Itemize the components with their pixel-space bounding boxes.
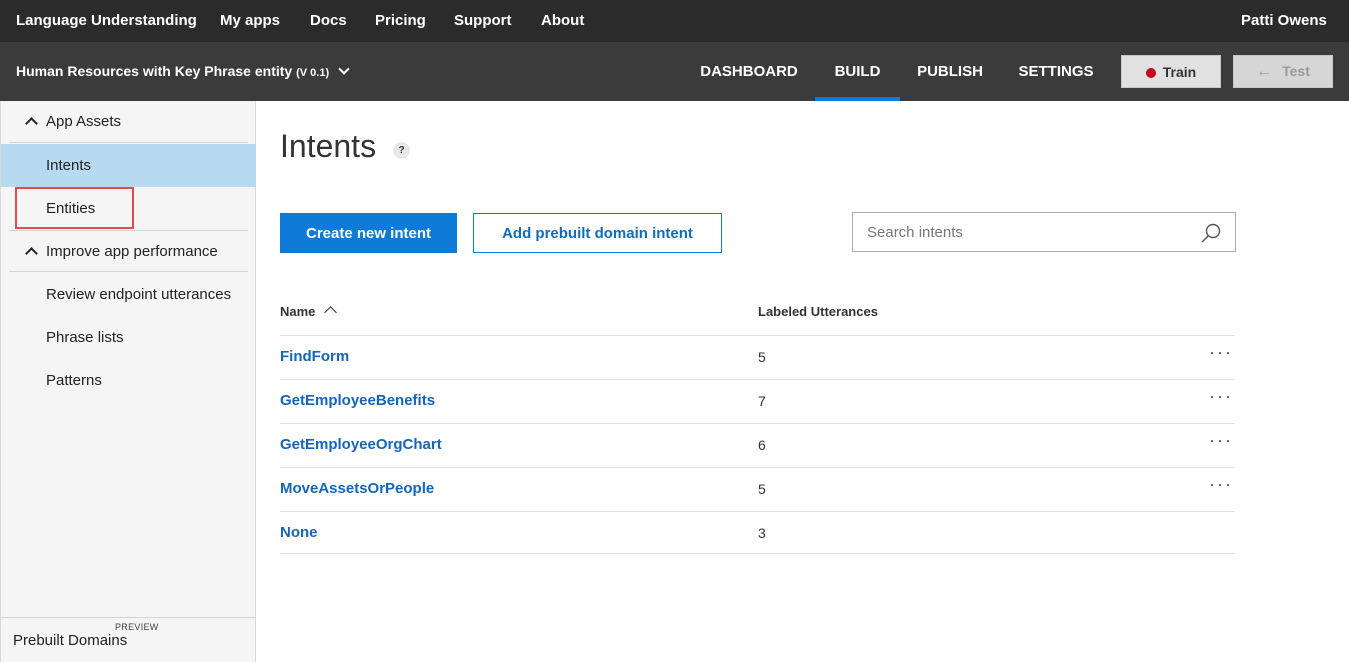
search-icon[interactable] xyxy=(1199,221,1223,245)
table-row: GetEmployeeBenefits 7 ··· xyxy=(280,379,1235,423)
sidebar-item-entities[interactable]: Entities xyxy=(1,187,256,230)
intent-link[interactable]: GetEmployeeOrgChart xyxy=(280,436,442,453)
more-options-icon[interactable]: ··· xyxy=(1209,386,1233,407)
train-status-dot-icon xyxy=(1145,67,1156,78)
utterance-count: 7 xyxy=(758,393,766,409)
app-selector[interactable]: Human Resources with Key Phrase entity (… xyxy=(16,42,350,101)
app-version: (V 0.1) xyxy=(296,67,330,79)
utterance-count: 5 xyxy=(758,481,766,497)
test-button[interactable]: ← Test xyxy=(1233,55,1333,88)
table-row: FindForm 5 ··· xyxy=(280,335,1235,379)
nav-pricing[interactable]: Pricing xyxy=(375,0,426,42)
more-options-icon[interactable]: ··· xyxy=(1209,474,1233,495)
intent-link[interactable]: GetEmployeeBenefits xyxy=(280,392,435,409)
sidebar-item-phrase-lists[interactable]: Phrase lists xyxy=(1,316,256,359)
section-label: Improve app performance xyxy=(46,243,218,260)
nav-about[interactable]: About xyxy=(541,0,584,42)
chevron-up-icon xyxy=(25,117,38,130)
column-header-labeled-utterances: Labeled Utterances xyxy=(758,304,878,319)
intent-link[interactable]: FindForm xyxy=(280,348,349,365)
help-icon[interactable]: ? xyxy=(393,142,410,159)
user-name[interactable]: Patti Owens xyxy=(1241,0,1327,42)
sidebar: App Assets Intents Entities Improve app … xyxy=(0,101,256,662)
app-bar: Human Resources with Key Phrase entity (… xyxy=(0,42,1349,101)
arrow-left-icon: ← xyxy=(1256,62,1273,80)
search-input[interactable] xyxy=(867,213,1187,251)
table-row: GetEmployeeOrgChart 6 ··· xyxy=(280,423,1235,467)
tab-publish[interactable]: PUBLISH xyxy=(908,42,992,101)
prebuilt-domains[interactable]: PREVIEW Prebuilt Domains xyxy=(1,617,256,662)
section-improve-performance[interactable]: Improve app performance xyxy=(9,230,248,272)
tab-settings[interactable]: SETTINGS xyxy=(1008,42,1104,101)
chevron-down-icon xyxy=(338,63,350,75)
create-new-intent-button[interactable]: Create new intent xyxy=(280,213,457,253)
section-label: App Assets xyxy=(46,113,122,130)
utterance-count: 6 xyxy=(758,437,766,453)
table-row: None 3 xyxy=(280,511,1235,554)
sidebar-item-patterns[interactable]: Patterns xyxy=(1,359,256,402)
prebuilt-domains-label: Prebuilt Domains xyxy=(13,632,128,649)
table-row: MoveAssetsOrPeople 5 ··· xyxy=(280,467,1235,511)
sidebar-item-review-endpoint-utterances[interactable]: Review endpoint utterances xyxy=(1,273,256,316)
train-button[interactable]: Train xyxy=(1121,55,1221,88)
more-options-icon[interactable]: ··· xyxy=(1209,342,1233,363)
preview-badge: PREVIEW xyxy=(115,622,159,632)
sort-ascending-icon[interactable] xyxy=(324,306,337,319)
nav-docs[interactable]: Docs xyxy=(310,0,347,42)
utterance-count: 3 xyxy=(758,525,766,541)
brand-link[interactable]: Language Understanding xyxy=(16,0,197,42)
intents-table: FindForm 5 ··· GetEmployeeBenefits 7 ···… xyxy=(280,335,1235,554)
nav-support[interactable]: Support xyxy=(454,0,512,42)
section-app-assets[interactable]: App Assets xyxy=(9,101,248,143)
search-box xyxy=(852,212,1236,252)
tab-build[interactable]: BUILD xyxy=(815,42,900,101)
train-label: Train xyxy=(1162,63,1197,80)
sidebar-item-intents[interactable]: Intents xyxy=(1,144,256,187)
page-title: Intents xyxy=(280,128,377,164)
add-prebuilt-domain-intent-button[interactable]: Add prebuilt domain intent xyxy=(473,213,722,253)
more-options-icon[interactable]: ··· xyxy=(1209,430,1233,451)
column-header-name[interactable]: Name xyxy=(280,304,315,319)
tab-dashboard[interactable]: DASHBOARD xyxy=(690,42,808,101)
chevron-up-icon xyxy=(25,247,38,260)
utterance-count: 5 xyxy=(758,349,766,365)
intent-link[interactable]: None xyxy=(280,524,318,541)
top-navigation: Language Understanding My apps Docs Pric… xyxy=(0,0,1349,42)
nav-my-apps[interactable]: My apps xyxy=(220,0,280,42)
test-label: Test xyxy=(1282,62,1310,79)
intent-link[interactable]: MoveAssetsOrPeople xyxy=(280,480,434,497)
app-name: Human Resources with Key Phrase entity xyxy=(16,63,293,79)
